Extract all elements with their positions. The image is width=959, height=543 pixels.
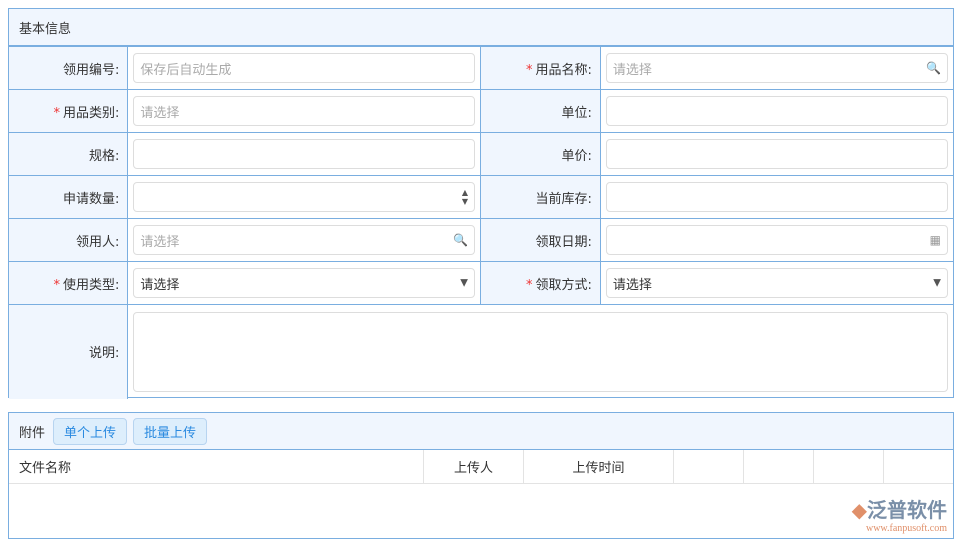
user-placeholder: 请选择 — [140, 234, 180, 250]
desc-textarea[interactable] — [133, 311, 948, 392]
code-input[interactable]: 保存后自动生成 — [133, 53, 475, 83]
label-method: 领取方式: — [535, 277, 592, 293]
use-type-select[interactable]: 请选择 ▼ — [133, 268, 475, 298]
label-stock: 当前库存: — [535, 191, 592, 207]
chevron-down-icon: ▼ — [933, 277, 941, 289]
batch-upload-button[interactable]: 批量上传 — [133, 417, 208, 445]
user-input[interactable]: 请选择 🔍 — [133, 225, 475, 255]
col-empty — [814, 450, 884, 483]
col-empty — [744, 450, 814, 483]
label-unit: 单位: — [561, 105, 592, 121]
label-price: 单价: — [561, 148, 592, 164]
price-input[interactable] — [605, 139, 948, 169]
stepper-arrows-icon[interactable]: ▲ ▼ — [462, 188, 468, 206]
stock-input[interactable] — [605, 182, 948, 212]
category-input[interactable]: 请选择 — [133, 96, 475, 126]
attachments-table-header: 文件名称 上传人 上传时间 — [9, 450, 953, 484]
label-code: 领用编号: — [62, 62, 120, 78]
col-uploader: 上传人 — [424, 450, 524, 483]
method-value: 请选择 — [612, 277, 652, 293]
col-empty — [674, 450, 744, 483]
col-empty — [884, 450, 953, 483]
item-name-input[interactable]: 请选择 🔍 — [605, 53, 948, 83]
date-input[interactable]: ▦ — [605, 225, 948, 255]
label-item-name: 用品名称: — [535, 62, 592, 78]
label-use-type: 使用类型: — [62, 277, 120, 293]
chevron-down-icon: ▼ — [460, 277, 468, 289]
label-category: 用品类别: — [62, 105, 120, 121]
basic-info-panel: 基本信息 领用编号: 保存后自动生成 * 用品名称: 请选择 🔍 * 用品类别: 请选… — [8, 8, 954, 399]
logo-name: 泛普软件 — [867, 498, 947, 522]
label-user: 领用人: — [75, 234, 120, 250]
item-name-placeholder: 请选择 — [612, 62, 652, 78]
label-spec: 规格: — [88, 148, 120, 164]
use-type-value: 请选择 — [140, 277, 180, 293]
method-select[interactable]: 请选择 ▼ — [605, 268, 948, 298]
required-mark: * — [525, 62, 533, 78]
label-qty: 申请数量: — [62, 191, 120, 207]
unit-input[interactable] — [605, 96, 948, 126]
qty-stepper[interactable]: ▲ ▼ — [133, 182, 475, 212]
required-mark: * — [53, 277, 60, 293]
fanpu-logo: ◆泛普软件 www.fanpusoft.com — [851, 498, 947, 534]
required-mark: * — [525, 277, 533, 293]
attachments-panel: 附件 单个上传 批量上传 文件名称 上传人 上传时间 ◆泛普软件 www.fan… — [8, 412, 954, 539]
attachments-header: 附件 单个上传 批量上传 — [9, 413, 953, 450]
calendar-icon[interactable]: ▦ — [930, 233, 941, 247]
attachments-title: 附件 — [19, 425, 46, 441]
single-upload-button[interactable]: 单个上传 — [53, 417, 128, 445]
code-placeholder: 保存后自动生成 — [140, 62, 232, 78]
label-date: 领取日期: — [535, 234, 592, 250]
col-file-name: 文件名称 — [9, 450, 424, 483]
col-upload-time: 上传时间 — [524, 450, 674, 483]
logo-url: www.fanpusoft.com — [865, 523, 947, 534]
section-title: 基本信息 — [19, 21, 72, 37]
basic-info-header: 基本信息 — [9, 9, 953, 46]
search-icon[interactable]: 🔍 — [453, 233, 468, 247]
search-icon[interactable]: 🔍 — [926, 61, 941, 75]
category-placeholder: 请选择 — [140, 105, 180, 121]
label-desc: 说明: — [88, 346, 120, 362]
spec-input[interactable] — [133, 139, 475, 169]
required-mark: * — [53, 105, 60, 121]
